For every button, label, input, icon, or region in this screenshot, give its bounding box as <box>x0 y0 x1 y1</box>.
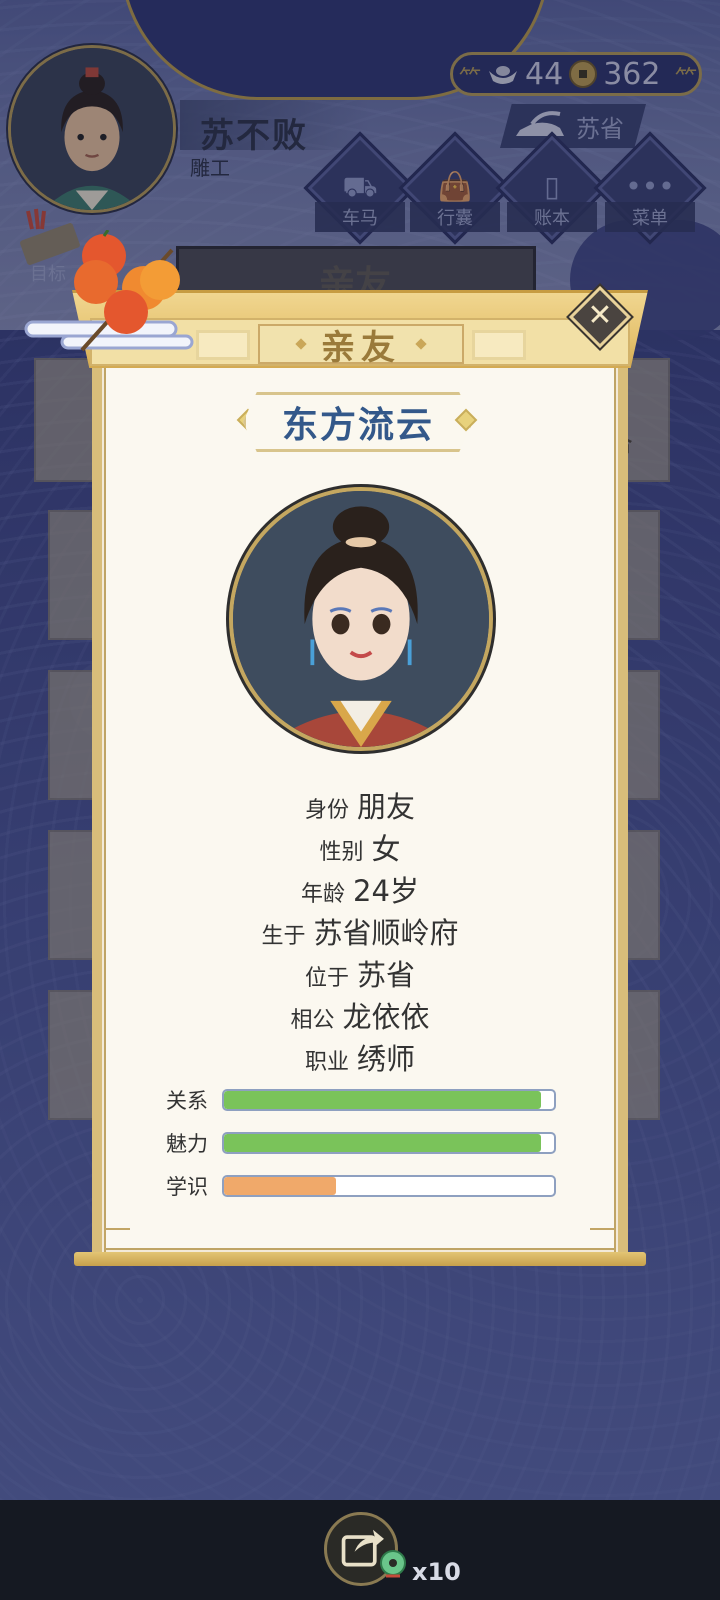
game-screen: 苏不败 雕工 ⺮ 44 362 ⺮ 苏省 ⛟ 车马 👜 行囊 ▯ 账本 ••• … <box>0 0 720 1500</box>
character-portrait <box>229 487 493 751</box>
dialog-title-box: 亲友 <box>258 324 464 368</box>
stat-bar <box>222 1175 556 1197</box>
tanghulu-icon <box>24 230 194 352</box>
character-name: 东方流云 <box>281 405 434 446</box>
info-value: 苏省 <box>357 958 416 992</box>
share-count: x10 <box>412 1558 461 1586</box>
info-value: 绣师 <box>357 1042 416 1076</box>
info-value: 24岁 <box>353 874 419 908</box>
info-row-occupation: 职业 绣师 <box>104 1036 616 1078</box>
stat-knowledge: 学识 <box>166 1174 556 1199</box>
stat-charm: 魅力 <box>166 1131 556 1156</box>
stat-label: 关系 <box>166 1089 208 1113</box>
stat-bar-fill <box>224 1134 541 1152</box>
diamond-ornament <box>415 338 427 350</box>
info-row-gender: 性别 女 <box>104 826 616 868</box>
stat-bar <box>222 1089 556 1111</box>
dialog-title: 亲友 <box>321 327 401 368</box>
close-icon: ✕ <box>587 298 613 333</box>
info-row-age: 年龄 24岁 <box>104 868 616 910</box>
info-row-identity: 身份 朋友 <box>104 784 616 826</box>
info-label: 身份 <box>304 798 349 823</box>
info-label: 位于 <box>304 966 349 991</box>
corner-decoration <box>590 1228 616 1254</box>
header-ornament <box>472 330 526 360</box>
character-info-list: 身份 朋友 性别 女 年龄 24岁 生于 苏省顺岭府 位于 苏省 相公 龙依依 … <box>104 784 616 1078</box>
stat-label: 魅力 <box>166 1132 208 1156</box>
stat-label: 学识 <box>166 1175 208 1199</box>
character-name-plaque: 东方流云 <box>243 392 473 452</box>
info-value: 龙依依 <box>342 1000 430 1034</box>
info-label: 生于 <box>261 924 306 949</box>
info-row-spouse: 相公 龙依依 <box>104 994 616 1036</box>
stat-bar-fill <box>224 1091 541 1109</box>
corner-decoration <box>104 1228 130 1254</box>
diamond-ornament <box>295 338 307 350</box>
info-row-location: 位于 苏省 <box>104 952 616 994</box>
info-label: 相公 <box>290 1008 335 1033</box>
info-value: 朋友 <box>357 790 416 824</box>
info-label: 职业 <box>304 1050 349 1075</box>
info-row-birthplace: 生于 苏省顺岭府 <box>104 910 616 952</box>
info-label: 年龄 <box>301 882 346 907</box>
stat-bar <box>222 1132 556 1154</box>
jade-token-icon <box>380 1550 406 1578</box>
character-portrait-icon <box>233 491 489 747</box>
info-value: 苏省顺岭府 <box>313 916 459 950</box>
dialog-bottom-rod <box>74 1252 646 1266</box>
stat-bar-fill <box>224 1177 337 1195</box>
info-value: 女 <box>371 832 401 866</box>
stat-relationship: 关系 <box>166 1088 556 1113</box>
info-label: 性别 <box>319 840 364 865</box>
